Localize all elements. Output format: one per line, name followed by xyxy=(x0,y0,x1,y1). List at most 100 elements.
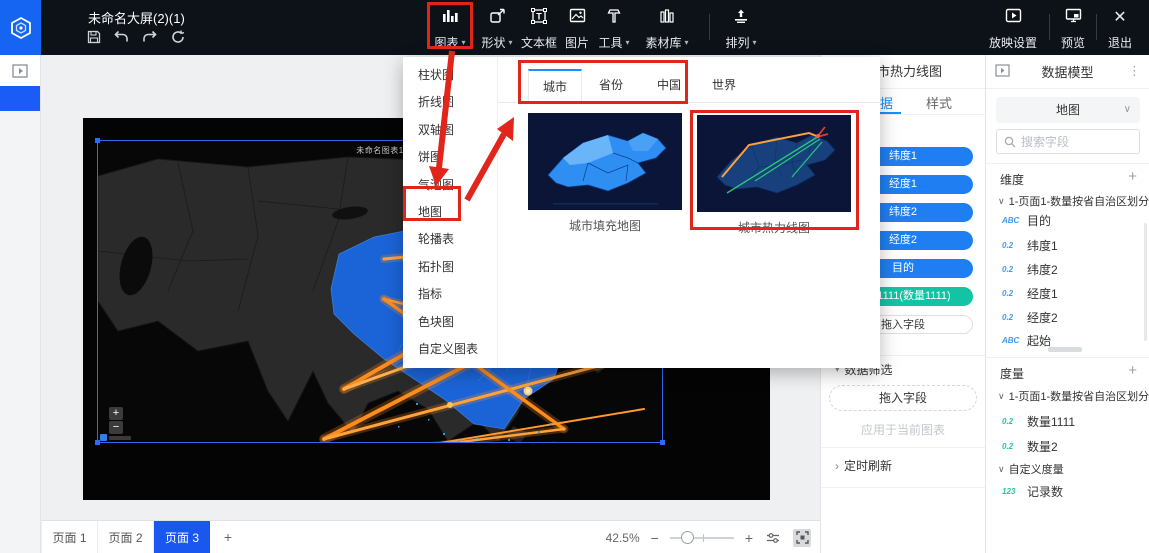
zoom-slider-knob[interactable] xyxy=(680,530,694,544)
field-row-lat2[interactable]: 0.2 纬度2 xyxy=(1002,261,1058,278)
zoom-out-button[interactable]: − xyxy=(651,531,659,545)
toolbar-divider xyxy=(1049,14,1050,40)
field-row-qty1111[interactable]: 0.2 数量1111 xyxy=(1002,413,1075,430)
tool-button[interactable]: 工具 ▾ xyxy=(589,6,639,51)
fit-screen-button[interactable] xyxy=(793,528,811,547)
field-type-icon: ABC xyxy=(1002,336,1020,345)
search-icon xyxy=(1004,136,1016,147)
field-row-lng1[interactable]: 0.2 经度1 xyxy=(1002,285,1058,302)
menu-item-line-chart[interactable]: 折线图 xyxy=(403,89,497,116)
selection-handle[interactable] xyxy=(95,440,100,445)
dimension-group[interactable]: ∨ 1-页面1-数量按省自治区划分 xyxy=(998,193,1149,209)
selection-handle[interactable] xyxy=(660,440,665,445)
menu-item-pie-chart[interactable]: 饼图 xyxy=(403,144,497,171)
thumbnail-label: 城市热力线图 xyxy=(737,221,810,235)
play-settings-icon xyxy=(1005,8,1021,23)
tab-province[interactable]: 省份 xyxy=(586,69,636,103)
city-heatline-map-preview xyxy=(697,115,851,212)
tree-caret-icon: ∨ xyxy=(998,390,1005,401)
map-scope-tabs: 城市 省份 中国 世界 xyxy=(498,69,880,103)
menu-item-topology[interactable]: 拓扑图 xyxy=(403,254,497,281)
zoom-in-button[interactable]: + xyxy=(745,531,753,545)
arrange-button[interactable]: 排列 ▾ xyxy=(716,6,766,51)
refresh-icon[interactable] xyxy=(170,29,185,44)
document-title: 未命名大屏(2)(1) xyxy=(88,11,185,26)
material-library-icon xyxy=(660,9,674,23)
thumbnail-city-heatline-map[interactable] xyxy=(697,115,851,212)
selection-handle[interactable] xyxy=(95,138,100,143)
field-row-lat1[interactable]: 0.2 纬度1 xyxy=(1002,237,1058,254)
bottom-bar: 页面 1 页面 2 页面 3 + 42.5% − + xyxy=(42,520,820,553)
filter-drop-field[interactable]: 拖入字段 xyxy=(829,385,977,411)
play-settings-button[interactable]: 放映设置 xyxy=(983,6,1043,51)
hammer-tool-icon xyxy=(607,9,621,23)
timer-refresh-section[interactable]: › 定时刷新 xyxy=(835,457,892,474)
add-measure-icon[interactable]: + xyxy=(1128,363,1137,382)
dataset-select[interactable]: 地图 ∨ xyxy=(996,97,1140,123)
page-tab-3-active[interactable]: 页面 3 xyxy=(154,521,210,553)
menu-item-bar-chart[interactable]: 柱状图 xyxy=(403,62,497,89)
toolbar-divider xyxy=(1096,14,1097,40)
menu-item-custom-chart[interactable]: 自定义图表 xyxy=(403,336,497,363)
measure-group[interactable]: ∨ 1-页面1-数量按省自治区划分 xyxy=(998,388,1149,404)
caret-down-icon: ▾ xyxy=(461,38,466,47)
chart-button[interactable]: 图表 ▾ xyxy=(423,6,477,51)
apply-hint-text: 应用于当前图表 xyxy=(860,423,945,437)
page-tab-2[interactable]: 页面 2 xyxy=(98,521,154,553)
library-button[interactable]: 素材库 ▾ xyxy=(638,6,696,51)
tree-caret-icon: ∨ xyxy=(998,195,1005,206)
field-row-origin[interactable]: ABC 起始 xyxy=(1002,332,1051,349)
map-zoom-out-button[interactable]: − xyxy=(109,421,123,434)
menu-item-color-block[interactable]: 色块图 xyxy=(403,309,497,336)
field-search-input[interactable] xyxy=(1021,134,1121,149)
more-options-icon[interactable]: ⋮ xyxy=(1128,63,1141,79)
selected-layer-indicator[interactable] xyxy=(0,86,40,111)
field-row-lng2[interactable]: 0.2 经度2 xyxy=(1002,309,1058,326)
add-dimension-icon[interactable]: + xyxy=(1128,169,1137,188)
page-tab-1[interactable]: 页面 1 xyxy=(42,521,98,553)
thumbnail-label: 城市填充地图 xyxy=(568,219,641,233)
map-zoom-in-button[interactable]: + xyxy=(109,407,123,420)
save-icon[interactable] xyxy=(86,29,101,44)
close-icon: ✕ xyxy=(1113,9,1127,26)
divider xyxy=(821,447,985,448)
field-row-destination[interactable]: ABC 目的 xyxy=(1002,212,1051,229)
field-row-qty2[interactable]: 0.2 数量2 xyxy=(1002,438,1058,455)
field-type-icon: 0.2 xyxy=(1002,289,1014,298)
horizontal-scrollbar[interactable] xyxy=(1048,347,1082,352)
app-logo[interactable] xyxy=(0,0,41,55)
chart-type-popup: 柱状图 折线图 双轴图 饼图 气泡图 地图 轮播表 拓扑图 指标 色块图 自定义… xyxy=(403,57,880,368)
preview-button[interactable]: 预览 xyxy=(1052,6,1094,51)
menu-item-indicator[interactable]: 指标 xyxy=(403,281,497,308)
tab-china[interactable]: 中国 xyxy=(644,69,694,103)
menu-item-map[interactable]: 地图 xyxy=(403,199,497,226)
layer-rail xyxy=(0,55,41,553)
exit-button[interactable]: ✕ 退出 xyxy=(1100,6,1140,51)
field-row-record-count[interactable]: 123 记录数 xyxy=(1002,483,1063,500)
sliders-icon xyxy=(767,532,779,543)
custom-measure-group[interactable]: ∨ 自定义度量 xyxy=(998,461,1064,477)
svg-text:T: T xyxy=(536,12,542,22)
zoom-controls: 42.5% − + xyxy=(606,521,811,553)
add-page-button[interactable]: + xyxy=(210,521,246,553)
tab-style[interactable]: 样式 xyxy=(926,93,952,112)
vertical-scrollbar[interactable] xyxy=(1144,223,1147,341)
zoom-slider[interactable] xyxy=(669,530,734,545)
thumbnail-city-fill-map[interactable] xyxy=(528,113,682,210)
menu-item-carousel-table[interactable]: 轮播表 xyxy=(403,226,497,253)
canvas-settings-button[interactable] xyxy=(764,529,782,547)
redo-icon[interactable] xyxy=(142,29,157,44)
menu-item-dual-axis[interactable]: 双轴图 xyxy=(403,117,497,144)
menu-item-bubble-chart[interactable]: 气泡图 xyxy=(403,172,497,199)
arrange-icon xyxy=(735,9,747,23)
caret-down-icon: ▾ xyxy=(625,38,630,47)
field-type-icon: 0.2 xyxy=(1002,241,1014,250)
map-provider-icon xyxy=(100,434,107,441)
expand-panel-button[interactable] xyxy=(0,55,40,87)
tab-world[interactable]: 世界 xyxy=(699,69,749,103)
chevron-right-icon: › xyxy=(835,458,839,473)
field-search-box[interactable] xyxy=(996,129,1140,154)
quick-actions xyxy=(86,29,185,44)
tab-city[interactable]: 城市 xyxy=(528,69,582,103)
undo-icon[interactable] xyxy=(114,29,129,44)
